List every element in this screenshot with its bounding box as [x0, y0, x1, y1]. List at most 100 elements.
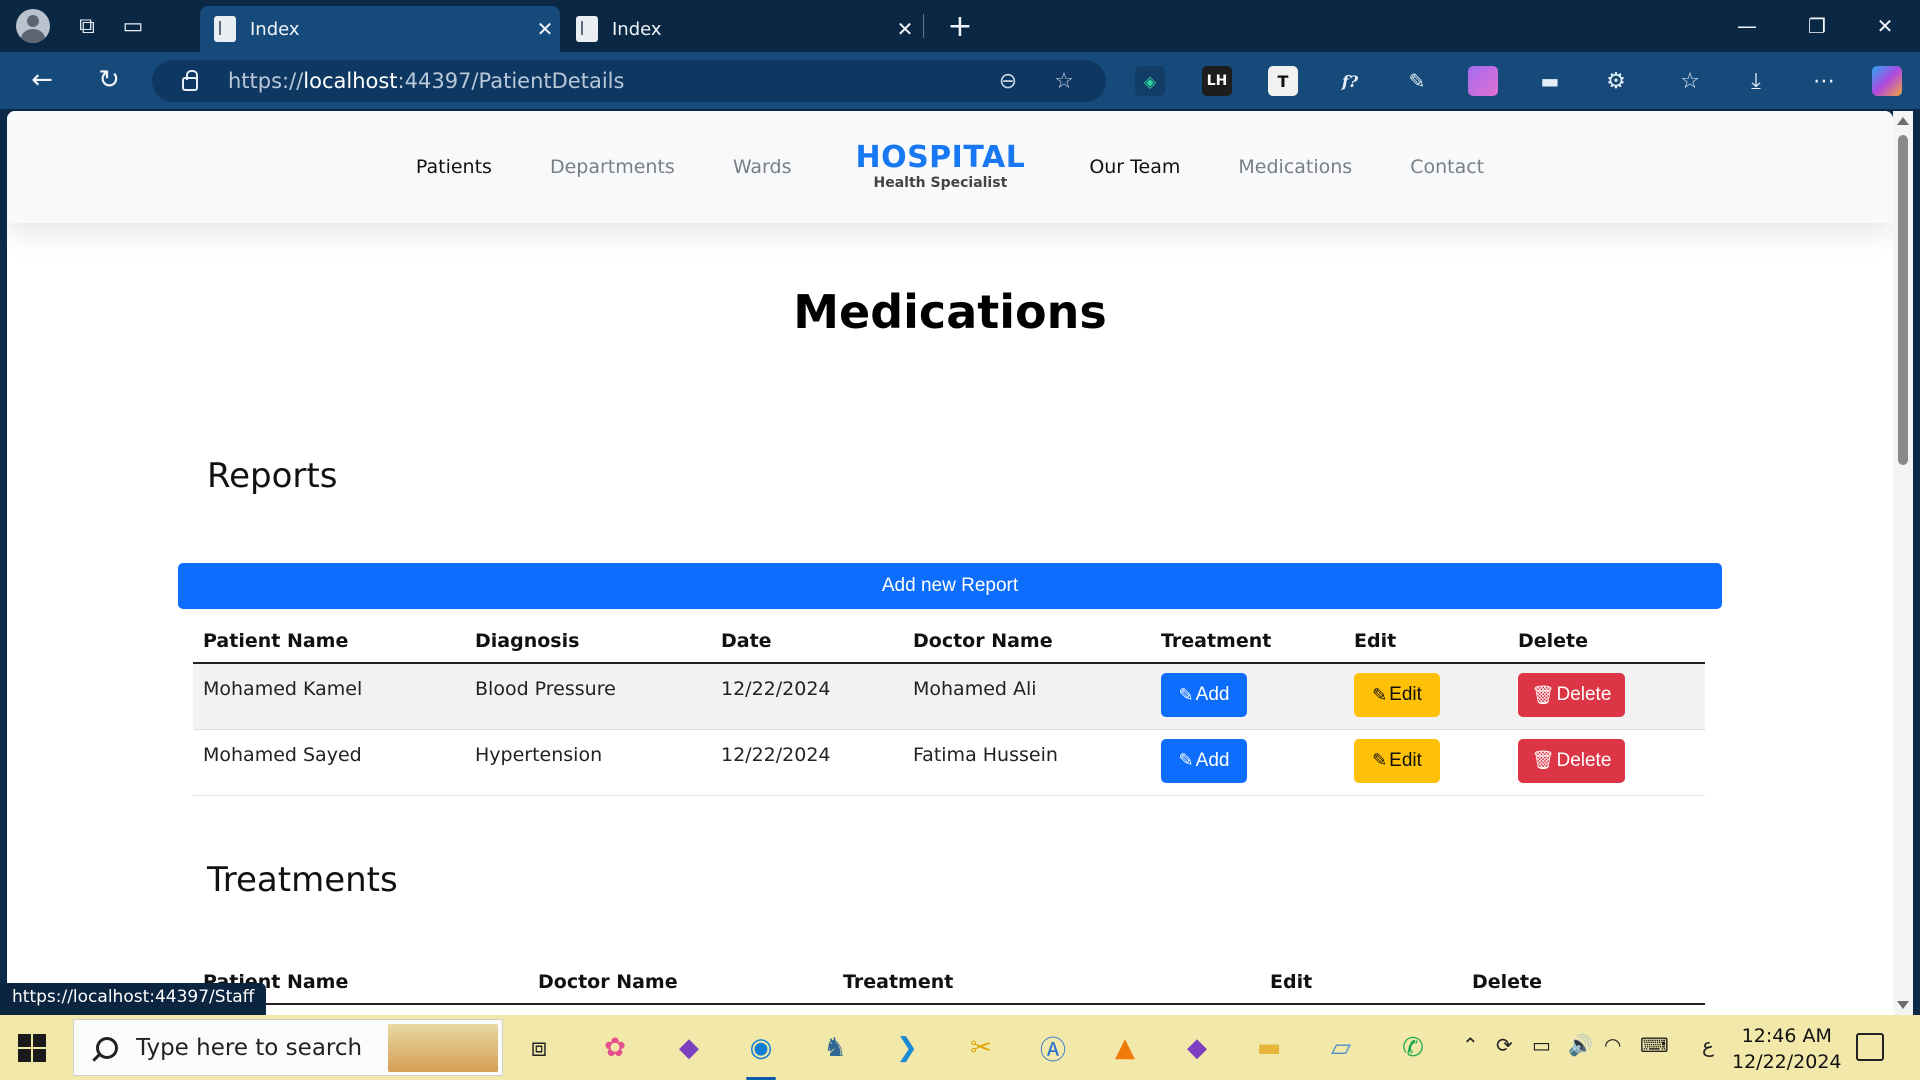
close-tab-icon[interactable]: ✕ [890, 17, 920, 41]
doctor-name-cell: Mohamed Ali [903, 663, 1151, 730]
edit-report-button[interactable]: ✎ Edit [1354, 673, 1440, 717]
lock-icon[interactable] [182, 70, 198, 91]
edit-icon: ✎ [1178, 684, 1194, 705]
new-tab-button[interactable]: + [940, 8, 980, 44]
visual-studio-icon[interactable]: ◆ [666, 1025, 712, 1071]
tab-separator [923, 14, 924, 38]
nav-link-departments[interactable]: Departments [550, 156, 675, 178]
address-toolbar: ← ↻ https://localhost:44397/PatientDetai… [0, 52, 1920, 109]
clock-date: 12/22/2024 [1732, 1051, 1842, 1073]
diagnosis-cell: Hypertension [465, 729, 711, 796]
close-tab-icon[interactable]: ✕ [530, 17, 560, 41]
lighthouse-extension-icon[interactable]: LH [1202, 66, 1232, 96]
update-tray-icon[interactable]: ⟳ [1496, 1033, 1513, 1057]
edit-cell: ✎ Edit [1344, 729, 1508, 796]
column-header: Doctor Name [528, 961, 833, 1005]
profile-avatar[interactable] [16, 9, 50, 43]
extension-icon[interactable] [1468, 66, 1498, 96]
windows-start-icon[interactable] [18, 1034, 46, 1062]
column-header: Edit [1260, 961, 1462, 1005]
postgresql-icon[interactable]: ♞ [812, 1025, 858, 1071]
favorite-star-icon[interactable]: ☆ [1048, 66, 1080, 96]
scroll-down-arrow-icon[interactable] [1897, 1001, 1909, 1009]
screen-cast-icon[interactable]: ▬ [1535, 66, 1565, 96]
app-installer-icon[interactable]: Ⓐ [1030, 1025, 1076, 1071]
extensions-puzzle-icon[interactable]: ⚙ [1598, 64, 1634, 98]
search-icon [96, 1036, 118, 1059]
column-header: Patient Name [193, 620, 465, 664]
wifi-icon[interactable]: ◠ [1604, 1033, 1621, 1057]
add-new-report-button[interactable]: Add new Report [178, 563, 1722, 609]
delete-cell: 🗑 Delete [1508, 729, 1705, 796]
treatments-table: Patient Name Doctor Name Treatment Edit … [193, 961, 1705, 1005]
vscode-icon[interactable]: ❯ [884, 1025, 930, 1071]
notification-center-icon[interactable] [1856, 1033, 1884, 1061]
delete-report-button[interactable]: 🗑 Delete [1518, 738, 1625, 783]
battery-icon[interactable]: ▭ [1532, 1033, 1551, 1057]
input-language-indicator[interactable]: ع [1702, 1033, 1714, 1057]
scrollbar-thumb[interactable] [1898, 135, 1908, 465]
back-button[interactable]: ← [20, 60, 64, 100]
browser-tab-index-2[interactable]: Index ✕ [562, 6, 920, 52]
show-hidden-icons-icon[interactable]: ⌃ [1462, 1033, 1479, 1057]
extension-icon[interactable]: ◈ [1135, 66, 1165, 96]
tab-actions-icon[interactable]: ▭ [110, 6, 156, 46]
file-explorer-icon[interactable]: ▬ [1246, 1025, 1292, 1071]
page-icon [214, 16, 236, 42]
refresh-button[interactable]: ↻ [87, 60, 131, 100]
zoom-icon[interactable]: ⊖ [992, 66, 1024, 96]
add-treatment-button[interactable]: ✎ Add [1161, 738, 1247, 783]
vlc-icon[interactable]: ▲ [1102, 1025, 1148, 1071]
column-header: Delete [1462, 961, 1705, 1005]
page-title: Medications [793, 285, 1107, 339]
address-bar[interactable]: https://localhost:44397/PatientDetails ⊖… [152, 60, 1106, 102]
delete-cell: 🗑 Delete [1508, 663, 1705, 730]
treatment-cell: ✎ Add [1151, 729, 1344, 796]
page-icon [576, 16, 598, 42]
page-viewport: Patients Departments Wards HOSPITAL Heal… [7, 111, 1893, 1015]
nav-link-patients[interactable]: Patients [416, 156, 492, 178]
patient-name-cell: Mohamed Sayed [193, 729, 465, 796]
treatments-heading: Treatments [207, 860, 398, 900]
system-clock[interactable]: 12:46 AM 12/22/2024 [1732, 1023, 1842, 1075]
whatsapp-icon[interactable]: ✆ [1390, 1025, 1436, 1071]
column-header: Treatment [833, 961, 1260, 1005]
browser-tab-index-1[interactable]: Index ✕ [200, 6, 560, 52]
restore-button[interactable]: ❐ [1782, 0, 1852, 52]
task-view-icon[interactable]: ⧈ [516, 1025, 562, 1071]
keyboard-icon[interactable]: ⌨ [1640, 1033, 1669, 1057]
edge-browser-icon[interactable]: ◉ [738, 1025, 784, 1080]
nav-link-contact[interactable]: Contact [1410, 156, 1484, 178]
text-extension-icon[interactable]: T [1268, 66, 1298, 96]
visual-studio-preview-icon[interactable]: ◆ [1174, 1025, 1220, 1071]
close-window-button[interactable]: ✕ [1850, 0, 1920, 52]
notepad-icon[interactable]: ▱ [1318, 1025, 1364, 1071]
edit-report-button[interactable]: ✎ Edit [1354, 738, 1440, 783]
workspaces-icon[interactable]: ⧉ [64, 6, 110, 46]
nav-link-our-team[interactable]: Our Team [1089, 156, 1180, 178]
volume-icon[interactable]: 🔊 [1568, 1033, 1593, 1057]
add-treatment-button[interactable]: ✎ Add [1161, 673, 1247, 717]
vertical-scrollbar[interactable] [1893, 111, 1913, 1015]
nav-link-wards[interactable]: Wards [733, 156, 792, 178]
delete-report-button[interactable]: 🗑 Delete [1518, 673, 1625, 717]
copilot-app-icon[interactable]: ✿ [592, 1025, 638, 1071]
table-row: Mohamed Sayed Hypertension 12/22/2024 Fa… [193, 729, 1705, 796]
date-cell: 12/22/2024 [711, 663, 903, 730]
table-row: Mohamed Kamel Blood Pressure 12/22/2024 … [193, 663, 1705, 730]
font-extension-icon[interactable]: f? [1335, 66, 1365, 96]
favorites-icon[interactable]: ☆ [1672, 64, 1708, 98]
more-menu-icon[interactable]: ⋯ [1806, 64, 1842, 98]
url-text[interactable]: https://localhost:44397/PatientDetails [228, 69, 624, 93]
copilot-icon[interactable] [1872, 66, 1902, 96]
download-icon[interactable]: ⤓ [1738, 64, 1774, 98]
tab-title: Index [612, 18, 662, 40]
scroll-up-arrow-icon[interactable] [1897, 117, 1909, 125]
minimize-button[interactable]: — [1712, 0, 1782, 52]
color-picker-icon[interactable]: ✎ [1402, 66, 1432, 96]
nav-link-medications[interactable]: Medications [1238, 156, 1352, 178]
brand-logo[interactable]: HOSPITAL Health Specialist [855, 142, 1025, 192]
snipping-tool-icon[interactable]: ✂ [958, 1025, 1004, 1071]
taskbar-search-box[interactable]: Type here to search [73, 1019, 503, 1076]
trash-icon: 🗑 [1531, 684, 1555, 705]
